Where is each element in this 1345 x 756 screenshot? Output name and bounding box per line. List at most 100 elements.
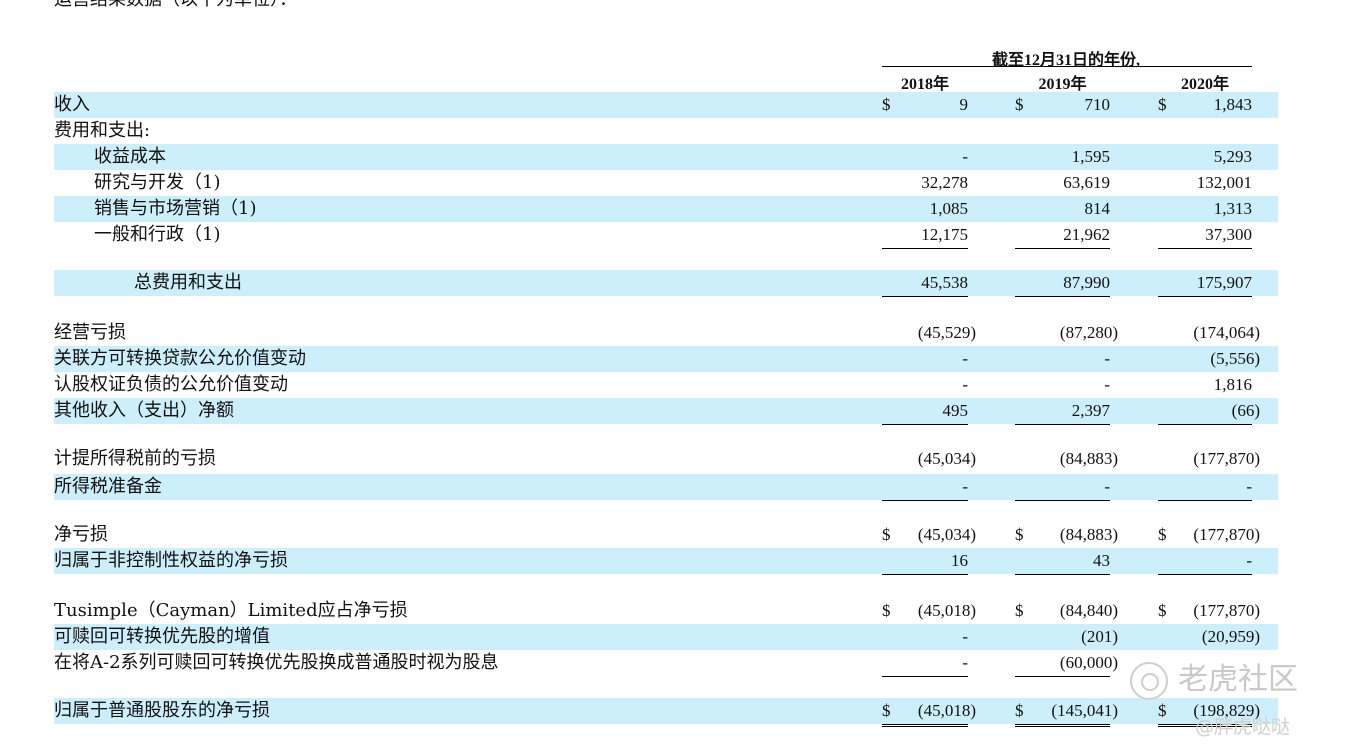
currency-symbol: $: [882, 95, 891, 114]
value-cell-2018: $ (45,034): [882, 522, 976, 548]
value-cell-2019: $710: [1015, 92, 1110, 118]
value-cell-2019: (201): [1015, 624, 1118, 650]
cell-value: -: [962, 375, 968, 394]
cell-value: 132,001: [1196, 173, 1252, 192]
row-label: 在将A-2系列可赎回可转换优先股换成普通股时视为股息: [54, 652, 499, 673]
value-cell-2019: 814: [1015, 196, 1111, 222]
value-cell-2019: $ (145,041): [1015, 698, 1118, 727]
cell-value: 1,843: [1213, 95, 1252, 114]
table-row: 总费用和支出 45,538 87,990 175,907: [54, 270, 1278, 297]
row-label: 总费用和支出: [134, 272, 242, 293]
cell-value: (20,959): [1201, 627, 1260, 646]
cell-value: 175,907: [1196, 273, 1252, 292]
value-cell-2020: 1,313: [1158, 196, 1252, 222]
value-cell-2020: 132,001: [1158, 170, 1252, 196]
value-cell-2019: [1015, 118, 1110, 144]
watermark-brand: 老虎社区: [1178, 662, 1298, 697]
row-label: 销售与市场营销（1): [94, 198, 257, 219]
value-cell-2018: -: [882, 650, 968, 677]
cell-value: (177,870): [1193, 449, 1260, 468]
table-row: 一般和行政（1) 12,175 21,962 37,300: [54, 222, 1278, 249]
value-cell-2018: $ (45,018): [882, 598, 976, 624]
tiger-logo-icon: [1130, 661, 1168, 700]
cell-value: 814: [1084, 199, 1111, 218]
value-cell-2018: -: [882, 372, 968, 398]
value-cell-2019: $ (84,840): [1015, 598, 1118, 624]
table-row: 费用和支出:: [54, 118, 1278, 144]
cell-value: 87,990: [1063, 273, 1110, 292]
cell-value: 710: [1084, 95, 1111, 114]
currency-symbol: $: [1015, 601, 1024, 620]
cell-value: (45,529): [917, 323, 976, 342]
table-row: 关联方可转换贷款公允价值变动 - - (5,556): [54, 346, 1278, 372]
cell-value: (174,064): [1193, 323, 1260, 342]
value-cell-2018: -: [882, 624, 968, 650]
cell-value: (201): [1081, 627, 1118, 646]
value-cell-2019: -: [1015, 346, 1110, 372]
value-cell-2020: 175,907: [1158, 270, 1252, 297]
value-cell-2018: 1,085: [882, 196, 968, 222]
watermark: 老虎社区: [1130, 654, 1298, 700]
cell-value: -: [962, 627, 968, 646]
currency-symbol: $: [1015, 525, 1024, 544]
table-row: 收益成本 - 1,595 5,293: [54, 144, 1278, 170]
value-cell-2020: 5,293: [1158, 144, 1252, 170]
value-cell-2019: 43: [1015, 548, 1110, 575]
row-label: 收益成本: [94, 146, 166, 167]
value-cell-2019: (84,883): [1015, 446, 1118, 472]
value-cell-2020: -: [1158, 548, 1252, 575]
row-label: 可赎回可转换优先股的增值: [54, 626, 270, 647]
value-cell-2020: 37,300: [1158, 222, 1252, 249]
intro-text: 运营结果数据（以千为单位）：: [54, 0, 297, 10]
cell-value: -: [962, 349, 968, 368]
table-row: 经营亏损 (45,529) (87,280) (174,064): [54, 320, 1278, 346]
currency-symbol: $: [1015, 701, 1024, 720]
value-cell-2018: $9: [882, 92, 968, 118]
cell-value: (45,034): [917, 525, 976, 544]
value-cell-2019: 63,619: [1015, 170, 1110, 196]
row-label: 经营亏损: [54, 322, 126, 343]
cell-value: -: [962, 147, 968, 166]
currency-symbol: $: [1158, 701, 1167, 720]
table-row: 归属于普通股股东的净亏损 $ (45,018) $ (145,041) $ (198,829…: [54, 698, 1278, 727]
table-row: 在将A-2系列可赎回可转换优先股换成普通股时视为股息 - (60,000): [54, 650, 1278, 677]
cell-value: (145,041): [1051, 701, 1118, 720]
value-cell-2018: 32,278: [882, 170, 968, 196]
row-label: 所得税准备金: [54, 476, 162, 497]
value-cell-2020: (5,556): [1158, 346, 1260, 372]
value-cell-2020: [1158, 118, 1252, 144]
cell-value: 16: [951, 551, 968, 570]
cell-value: 43: [1093, 551, 1110, 570]
cell-value: 1,595: [1071, 147, 1110, 166]
table-row: 其他收入（支出）净额 495 2,397 (66): [54, 398, 1278, 425]
value-cell-2018: -: [882, 474, 968, 501]
value-cell-2018: (45,034): [882, 446, 976, 472]
row-label: 净亏损: [54, 524, 108, 545]
value-cell-2018: 16: [882, 548, 968, 575]
period-header-rule: [882, 66, 1252, 67]
row-label: 关联方可转换贷款公允价值变动: [54, 348, 306, 369]
currency-symbol: $: [882, 601, 891, 620]
row-label: 费用和支出:: [54, 120, 151, 141]
row-label: 一般和行政（1): [94, 224, 221, 245]
table-row: 认股权证负债的公允价值变动 - - 1,816: [54, 372, 1278, 398]
cell-value: (45,018): [917, 701, 976, 720]
cell-value: (45,018): [917, 601, 976, 620]
value-cell-2020: (177,870): [1158, 446, 1260, 472]
currency-symbol: $: [1015, 95, 1024, 114]
value-cell-2019: -: [1015, 474, 1110, 501]
cell-value: (84,883): [1059, 449, 1118, 468]
value-cell-2019: $ (84,883): [1015, 522, 1118, 548]
cell-value: (177,870): [1193, 601, 1260, 620]
table-row: 所得税准备金 - - -: [54, 474, 1278, 501]
table-row: 研究与开发（1) 32,278 63,619 132,001: [54, 170, 1278, 196]
table-row: 计提所得税前的亏损 (45,034) (84,883) (177,870): [54, 446, 1278, 472]
row-label: 其他收入（支出）净额: [54, 400, 234, 421]
cell-value: 37,300: [1205, 225, 1252, 244]
value-cell-2020: $ (177,870): [1158, 522, 1260, 548]
currency-symbol: $: [882, 525, 891, 544]
cell-value: (66): [1231, 401, 1260, 420]
cell-value: (60,000): [1059, 653, 1118, 672]
table-row: 销售与市场营销（1) 1,085 814 1,313: [54, 196, 1278, 222]
table-row: 净亏损 $ (45,034) $ (84,883) $ (177,870): [54, 522, 1278, 548]
